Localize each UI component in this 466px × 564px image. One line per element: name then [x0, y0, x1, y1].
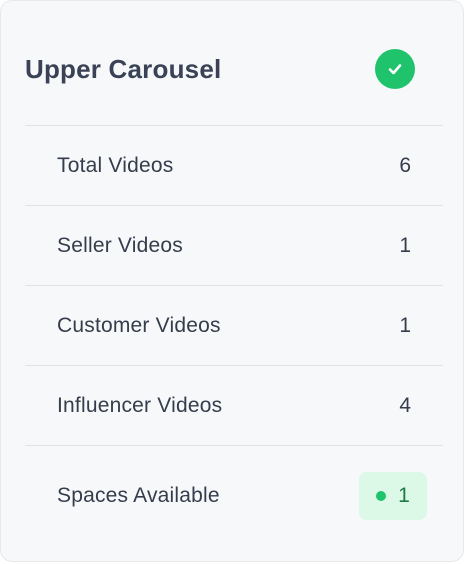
stat-row-customer-videos: Customer Videos 1 [25, 285, 443, 365]
stat-label: Spaces Available [57, 483, 220, 507]
card-header: Upper Carousel [25, 45, 443, 93]
status-dot-icon [376, 490, 387, 501]
stat-value: 1 [399, 313, 411, 337]
stat-label: Seller Videos [57, 233, 183, 257]
carousel-summary-card: Upper Carousel Total Videos 6 Seller Vid… [0, 0, 464, 562]
stat-value: 4 [399, 393, 411, 417]
check-circle-icon [375, 49, 415, 89]
spaces-available-value: 1 [398, 483, 410, 507]
spaces-available-badge: 1 [359, 471, 427, 520]
stat-value: 6 [399, 153, 411, 177]
stat-row-seller-videos: Seller Videos 1 [25, 205, 443, 285]
stat-value: 1 [399, 233, 411, 257]
stat-row-total-videos: Total Videos 6 [25, 125, 443, 205]
stat-label: Influencer Videos [57, 393, 223, 417]
stat-label: Customer Videos [57, 313, 221, 337]
stat-row-spaces-available: Spaces Available 1 [25, 445, 443, 545]
stat-row-influencer-videos: Influencer Videos 4 [25, 365, 443, 445]
card-title: Upper Carousel [25, 53, 222, 84]
stat-label: Total Videos [57, 153, 174, 177]
stats-list: Total Videos 6 Seller Videos 1 Customer … [25, 125, 443, 545]
